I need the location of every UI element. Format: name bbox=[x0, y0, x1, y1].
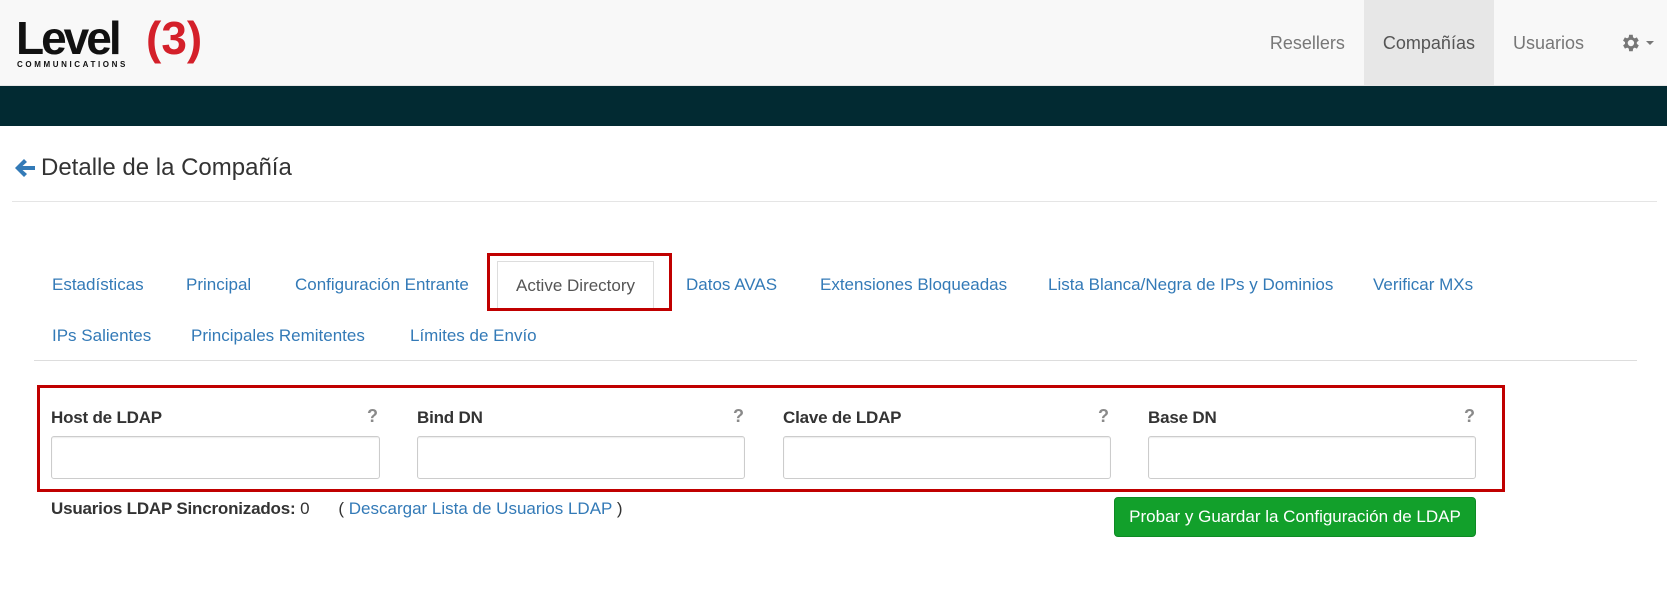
base-dn-label: Base DN bbox=[1148, 408, 1217, 427]
tab-lista-blanca-negra[interactable]: Lista Blanca/Negra de IPs y Dominios bbox=[1048, 275, 1333, 295]
header-band bbox=[0, 86, 1667, 126]
tab-extensiones-bloqueadas[interactable]: Extensiones Bloqueadas bbox=[820, 275, 1007, 295]
bind-dn-help-icon[interactable]: ? bbox=[733, 406, 744, 427]
tab-principales-remitentes[interactable]: Principales Remitentes bbox=[191, 326, 365, 346]
tab-principal[interactable]: Principal bbox=[186, 275, 251, 295]
ldap-host-help-icon[interactable]: ? bbox=[367, 406, 378, 427]
nav-item-resellers[interactable]: Resellers bbox=[1251, 0, 1364, 86]
nav-item-usuarios[interactable]: Usuarios bbox=[1494, 0, 1603, 86]
page-title: Detalle de la Compañía bbox=[41, 154, 292, 181]
tab-limites-de-envio[interactable]: Límites de Envío bbox=[410, 326, 537, 346]
level3-logo[interactable]: Level (3) COMMUNICATIONS bbox=[16, 10, 216, 70]
ldap-password-input[interactable] bbox=[783, 436, 1111, 479]
tab-estadisticas[interactable]: Estadísticas bbox=[52, 275, 144, 295]
nav-item-label: Usuarios bbox=[1512, 32, 1584, 53]
logo-subtext: COMMUNICATIONS bbox=[17, 60, 128, 69]
nav-item-label: Resellers bbox=[1269, 32, 1345, 53]
tabs-divider bbox=[34, 360, 1637, 361]
tab-active-directory[interactable]: Active Directory bbox=[497, 261, 655, 311]
logo-text: Level bbox=[16, 12, 119, 64]
ldap-host-label: Host de LDAP bbox=[51, 408, 162, 427]
tab-datos-avas[interactable]: Datos AVAS bbox=[686, 275, 777, 295]
sync-count: 0 bbox=[300, 499, 310, 518]
arrow-left-icon[interactable] bbox=[13, 156, 37, 180]
download-ldap-users-link[interactable]: Descargar Lista de Usuarios LDAP bbox=[349, 499, 612, 518]
base-dn-help-icon[interactable]: ? bbox=[1464, 406, 1475, 427]
top-navbar: Level (3) COMMUNICATIONS Resellers Compa… bbox=[0, 0, 1667, 86]
paren-close: ) bbox=[616, 499, 623, 518]
test-save-ldap-button[interactable]: Probar y Guardar la Configuración de LDA… bbox=[1114, 497, 1476, 537]
tab-configuracion-entrante[interactable]: Configuración Entrante bbox=[295, 275, 469, 295]
nav-item-label: Compañías bbox=[1382, 32, 1475, 53]
main-nav: Resellers Compañías Usuarios bbox=[1251, 0, 1667, 86]
logo-number: (3) bbox=[146, 12, 202, 64]
nav-item-companias[interactable]: Compañías bbox=[1363, 0, 1494, 86]
ldap-password-label: Clave de LDAP bbox=[783, 408, 902, 427]
base-dn-input[interactable] bbox=[1148, 436, 1476, 479]
bind-dn-label: Bind DN bbox=[417, 408, 483, 427]
ldap-sync-status: Usuarios LDAP Sincronizados: 0 ( Descarg… bbox=[51, 499, 622, 519]
sync-label: Usuarios LDAP Sincronizados: bbox=[51, 499, 296, 518]
caret-down-icon bbox=[1646, 41, 1654, 45]
title-divider bbox=[12, 201, 1657, 202]
gear-icon bbox=[1623, 34, 1639, 52]
ldap-host-input[interactable] bbox=[51, 436, 380, 479]
tab-verificar-mxs[interactable]: Verificar MXs bbox=[1373, 275, 1473, 295]
ldap-password-help-icon[interactable]: ? bbox=[1098, 406, 1109, 427]
paren-open: ( bbox=[338, 499, 345, 518]
settings-dropdown[interactable] bbox=[1603, 0, 1667, 86]
tab-ips-salientes[interactable]: IPs Salientes bbox=[52, 326, 151, 346]
bind-dn-input[interactable] bbox=[417, 436, 745, 479]
page-header: Detalle de la Compañía bbox=[13, 154, 292, 182]
